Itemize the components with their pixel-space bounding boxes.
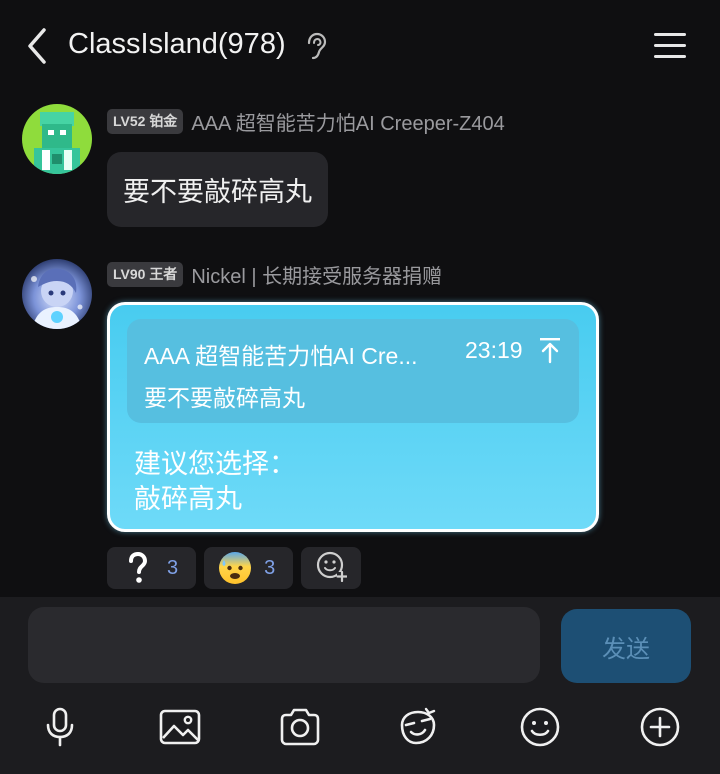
quoted-message[interactable]: AAA 超智能苦力怕AI Cre... 23:19 要不要敲碎高丸 — [127, 319, 579, 423]
level-badge: LV52 铂金 — [107, 109, 184, 134]
microphone-icon[interactable] — [38, 705, 82, 749]
reply-text: 建议您选择： 敲碎高丸 — [134, 447, 296, 517]
anxious-sweat-face-icon — [218, 551, 252, 585]
composer: 发送 — [0, 597, 720, 774]
level-badge: LV90 王者 — [107, 262, 184, 287]
avatar[interactable] — [22, 259, 92, 329]
send-button[interactable]: 发送 — [561, 609, 691, 683]
reaction-count: 3 — [264, 556, 276, 579]
quoted-text: 要不要敲碎高丸 — [144, 385, 305, 411]
message-meta: LV52 铂金 AAA 超智能苦力怕AI Creeper-Z404 — [107, 107, 505, 136]
reaction-count: 3 — [167, 556, 179, 579]
chat-header: ClassIsland(978) — [0, 0, 720, 92]
reaction-chip[interactable]: 3 — [204, 547, 294, 589]
quoted-time: 23:19 — [465, 337, 523, 363]
plus-icon[interactable] — [638, 705, 682, 749]
reply-line: 建议您选择： — [134, 449, 296, 479]
sender-name[interactable]: AAA 超智能苦力怕AI Creeper-Z404 — [191, 107, 504, 136]
message-bubble[interactable]: 要不要敲碎高丸 — [107, 152, 328, 227]
reaction-chip[interactable]: 3 — [107, 547, 197, 589]
chat-title: ClassIsland(978) — [68, 28, 286, 60]
avatar[interactable] — [22, 104, 92, 174]
emoji-icon[interactable] — [518, 705, 562, 749]
back-chevron-icon[interactable] — [22, 26, 52, 66]
jump-to-top-icon[interactable] — [537, 335, 563, 365]
reply-line: 敲碎高丸 — [134, 484, 242, 514]
add-emoji-icon — [315, 550, 348, 587]
camera-icon[interactable] — [278, 705, 322, 749]
image-icon[interactable] — [158, 705, 202, 749]
message-meta: LV90 王者 Nickel | 长期接受服务器捐赠 — [107, 260, 442, 289]
sticker-icon[interactable] — [396, 705, 440, 749]
hamburger-menu-icon[interactable] — [652, 28, 688, 62]
quoted-author: AAA 超智能苦力怕AI Cre... — [144, 343, 418, 369]
message-input[interactable] — [28, 607, 540, 683]
ear-icon[interactable] — [304, 32, 328, 60]
sender-name[interactable]: Nickel | 长期接受服务器捐赠 — [191, 260, 442, 289]
add-reaction-button[interactable] — [301, 547, 362, 589]
reaction-bar: 3 3 — [107, 547, 362, 589]
message-bubble[interactable]: AAA 超智能苦力怕AI Cre... 23:19 要不要敲碎高丸 建议您选择：… — [107, 302, 599, 532]
question-mark-icon — [121, 551, 155, 585]
